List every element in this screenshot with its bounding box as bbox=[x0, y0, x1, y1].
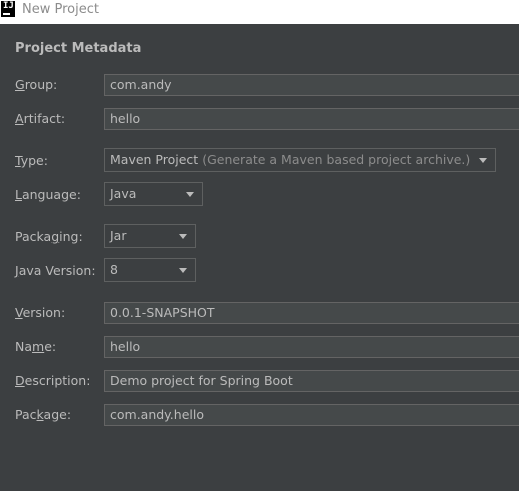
type-select[interactable]: Maven Project (Generate a Maven based pr… bbox=[104, 148, 496, 172]
description-input[interactable]: Demo project for Spring Boot bbox=[104, 370, 519, 392]
window-title: New Project bbox=[22, 2, 99, 17]
version-label: Version: bbox=[15, 305, 66, 320]
section-title: Project Metadata bbox=[15, 41, 142, 56]
package-label: Package: bbox=[15, 407, 72, 422]
title-bar: IJ New Project bbox=[0, 0, 519, 24]
group-input[interactable]: com.andy bbox=[104, 74, 519, 96]
language-select[interactable]: Java bbox=[104, 182, 203, 206]
packaging-select[interactable]: Jar bbox=[104, 224, 196, 248]
artifact-input[interactable]: hello bbox=[104, 108, 519, 130]
version-input[interactable]: 0.0.1-SNAPSHOT bbox=[104, 302, 519, 324]
type-value: Maven Project bbox=[110, 152, 199, 167]
name-label: Name: bbox=[15, 339, 57, 354]
description-label: Description: bbox=[15, 373, 91, 388]
group-label: Group: bbox=[15, 77, 58, 92]
chevron-down-icon bbox=[479, 158, 487, 163]
name-input[interactable]: hello bbox=[104, 336, 519, 358]
language-label: Language: bbox=[15, 187, 81, 202]
java-version-select[interactable]: 8 bbox=[104, 258, 196, 282]
intellij-icon: IJ bbox=[1, 1, 15, 17]
java-version-value: 8 bbox=[110, 262, 118, 277]
artifact-label: Artifact: bbox=[15, 111, 66, 126]
chevron-down-icon bbox=[179, 234, 187, 239]
chevron-down-icon bbox=[186, 192, 194, 197]
packaging-label: Packaging: bbox=[15, 229, 83, 244]
package-input[interactable]: com.andy.hello bbox=[104, 404, 519, 426]
type-hint: (Generate a Maven based project archive.… bbox=[202, 152, 471, 167]
language-value: Java bbox=[110, 186, 137, 201]
chevron-down-icon bbox=[179, 268, 187, 273]
java-version-label: Java Version: bbox=[15, 263, 96, 278]
type-label: Type: bbox=[15, 153, 48, 168]
packaging-value: Jar bbox=[110, 228, 127, 243]
